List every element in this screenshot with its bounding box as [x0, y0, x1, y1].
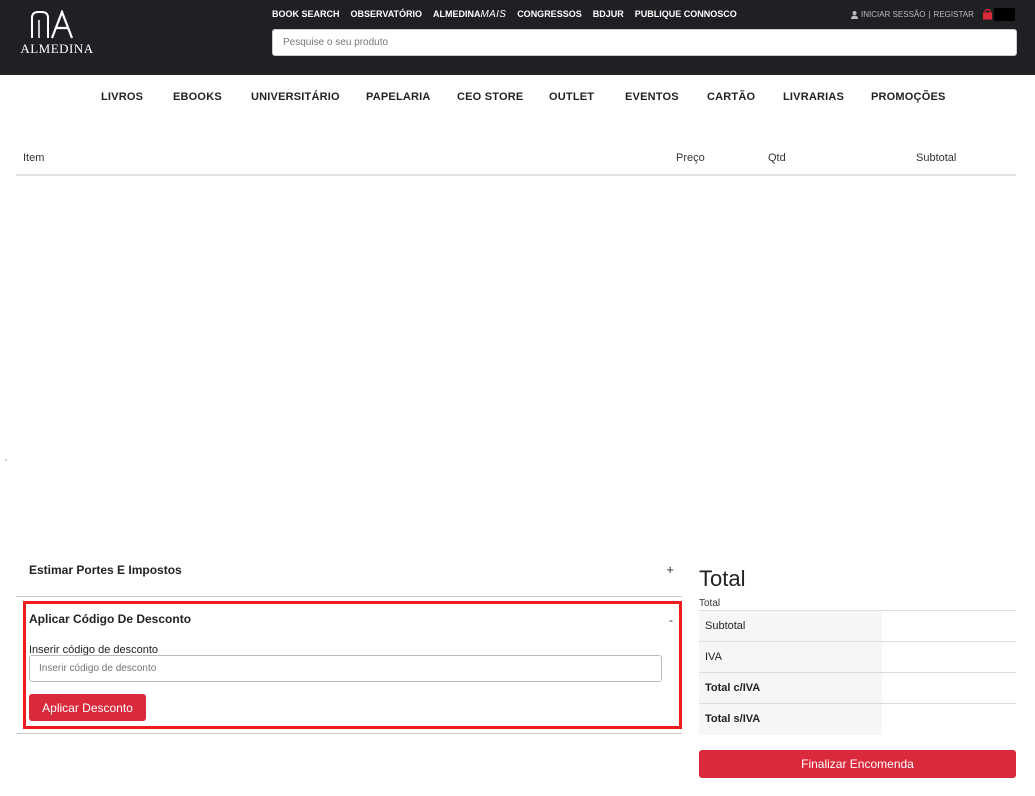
totals-label: Subtotal [699, 610, 882, 642]
minicart[interactable] [982, 8, 1015, 21]
totals-title: Total [699, 566, 746, 591]
totals-label: IVA [699, 641, 882, 673]
column-item: Item [23, 152, 45, 164]
totals-value [882, 672, 1016, 704]
totals-value [882, 610, 1016, 642]
main-nav: LIVROS EBOOKS UNIVERSITÁRIO PAPELARIA CE… [0, 91, 1035, 107]
top-link-almedina-label: ALMEDINA [433, 9, 481, 19]
discount-code-section: Aplicar Código De Desconto - Inserir cód… [23, 601, 682, 729]
nav-papelaria[interactable]: PAPELARIA [366, 91, 431, 103]
top-link-book-search[interactable]: BOOK SEARCH [272, 9, 340, 20]
decorative-dot [5, 459, 7, 461]
discount-code-input[interactable] [29, 655, 662, 682]
totals-caption: Total [699, 598, 721, 609]
nav-livros[interactable]: LIVROS [101, 91, 143, 103]
nav-universitario[interactable]: UNIVERSITÁRIO [251, 91, 340, 103]
discount-code-title[interactable]: Aplicar Código De Desconto [29, 612, 191, 626]
totals-value [882, 641, 1016, 673]
top-link-mais-label: MAIS [480, 9, 507, 20]
column-preco: Preço [676, 152, 705, 164]
nav-cartao[interactable]: CARTÃO [707, 91, 755, 103]
cart-table-header: Item Preço Qtd Subtotal [16, 150, 1016, 176]
totals-row-subtotal: Subtotal [699, 610, 1016, 642]
totals-label: Total c/IVA [699, 672, 882, 704]
nav-ceo-store[interactable]: CEO STORE [457, 91, 523, 103]
register-link[interactable]: REGISTAR [934, 10, 974, 19]
logo-text: ALMEDINA [20, 41, 94, 56]
nav-eventos[interactable]: EVENTOS [625, 91, 679, 103]
search-input[interactable] [272, 29, 1017, 56]
account-links: INICIAR SESSÃO | REGISTAR [851, 10, 974, 19]
top-link-bdjur[interactable]: BDJUR [593, 9, 624, 20]
expand-icon[interactable]: + [666, 562, 674, 577]
totals-label: Total s/IVA [699, 703, 882, 735]
top-links: BOOK SEARCH OBSERVATÓRIO ALMEDINAMAIS CO… [272, 9, 737, 20]
totals-value [882, 703, 1016, 735]
estimate-shipping-toggle[interactable]: Estimar Portes E Impostos + [16, 556, 682, 597]
site-header: ALMEDINA BOOK SEARCH OBSERVATÓRIO ALMEDI… [0, 0, 1035, 75]
totals-row-total-sem-iva: Total s/IVA [699, 703, 1016, 735]
user-icon [851, 10, 858, 19]
nav-outlet[interactable]: OUTLET [549, 91, 594, 103]
almedina-logo[interactable]: ALMEDINA [18, 10, 96, 60]
column-subtotal: Subtotal [916, 152, 957, 164]
top-link-publique-connosco[interactable]: PUBLIQUE CONNOSCO [635, 9, 737, 20]
nav-ebooks[interactable]: EBOOKS [173, 91, 222, 103]
apply-discount-button[interactable]: Aplicar Desconto [29, 694, 146, 721]
totals-row-total-com-iva: Total c/IVA [699, 672, 1016, 704]
top-link-observatorio[interactable]: OBSERVATÓRIO [351, 9, 423, 20]
totals-table: Subtotal IVA Total c/IVA Total s/IVA [699, 610, 1016, 735]
estimate-shipping-title: Estimar Portes E Impostos [29, 563, 182, 577]
totals-row-iva: IVA [699, 641, 1016, 673]
collapse-icon[interactable]: - [669, 613, 673, 627]
account-separator: | [928, 10, 931, 19]
login-link[interactable]: INICIAR SESSÃO [861, 10, 925, 19]
cart-count-badge [994, 8, 1015, 21]
logo-mark-icon [31, 10, 74, 39]
shopping-bag-icon [983, 9, 992, 20]
nav-livrarias[interactable]: LIVRARIAS [783, 91, 844, 103]
top-link-congressos[interactable]: CONGRESSOS [517, 9, 582, 20]
divider [16, 733, 682, 734]
column-qtd: Qtd [768, 152, 786, 164]
nav-promocoes[interactable]: PROMOÇÕES [871, 91, 946, 103]
checkout-button[interactable]: Finalizar Encomenda [699, 750, 1016, 778]
top-link-almedina-mais[interactable]: ALMEDINAMAIS [433, 9, 506, 20]
